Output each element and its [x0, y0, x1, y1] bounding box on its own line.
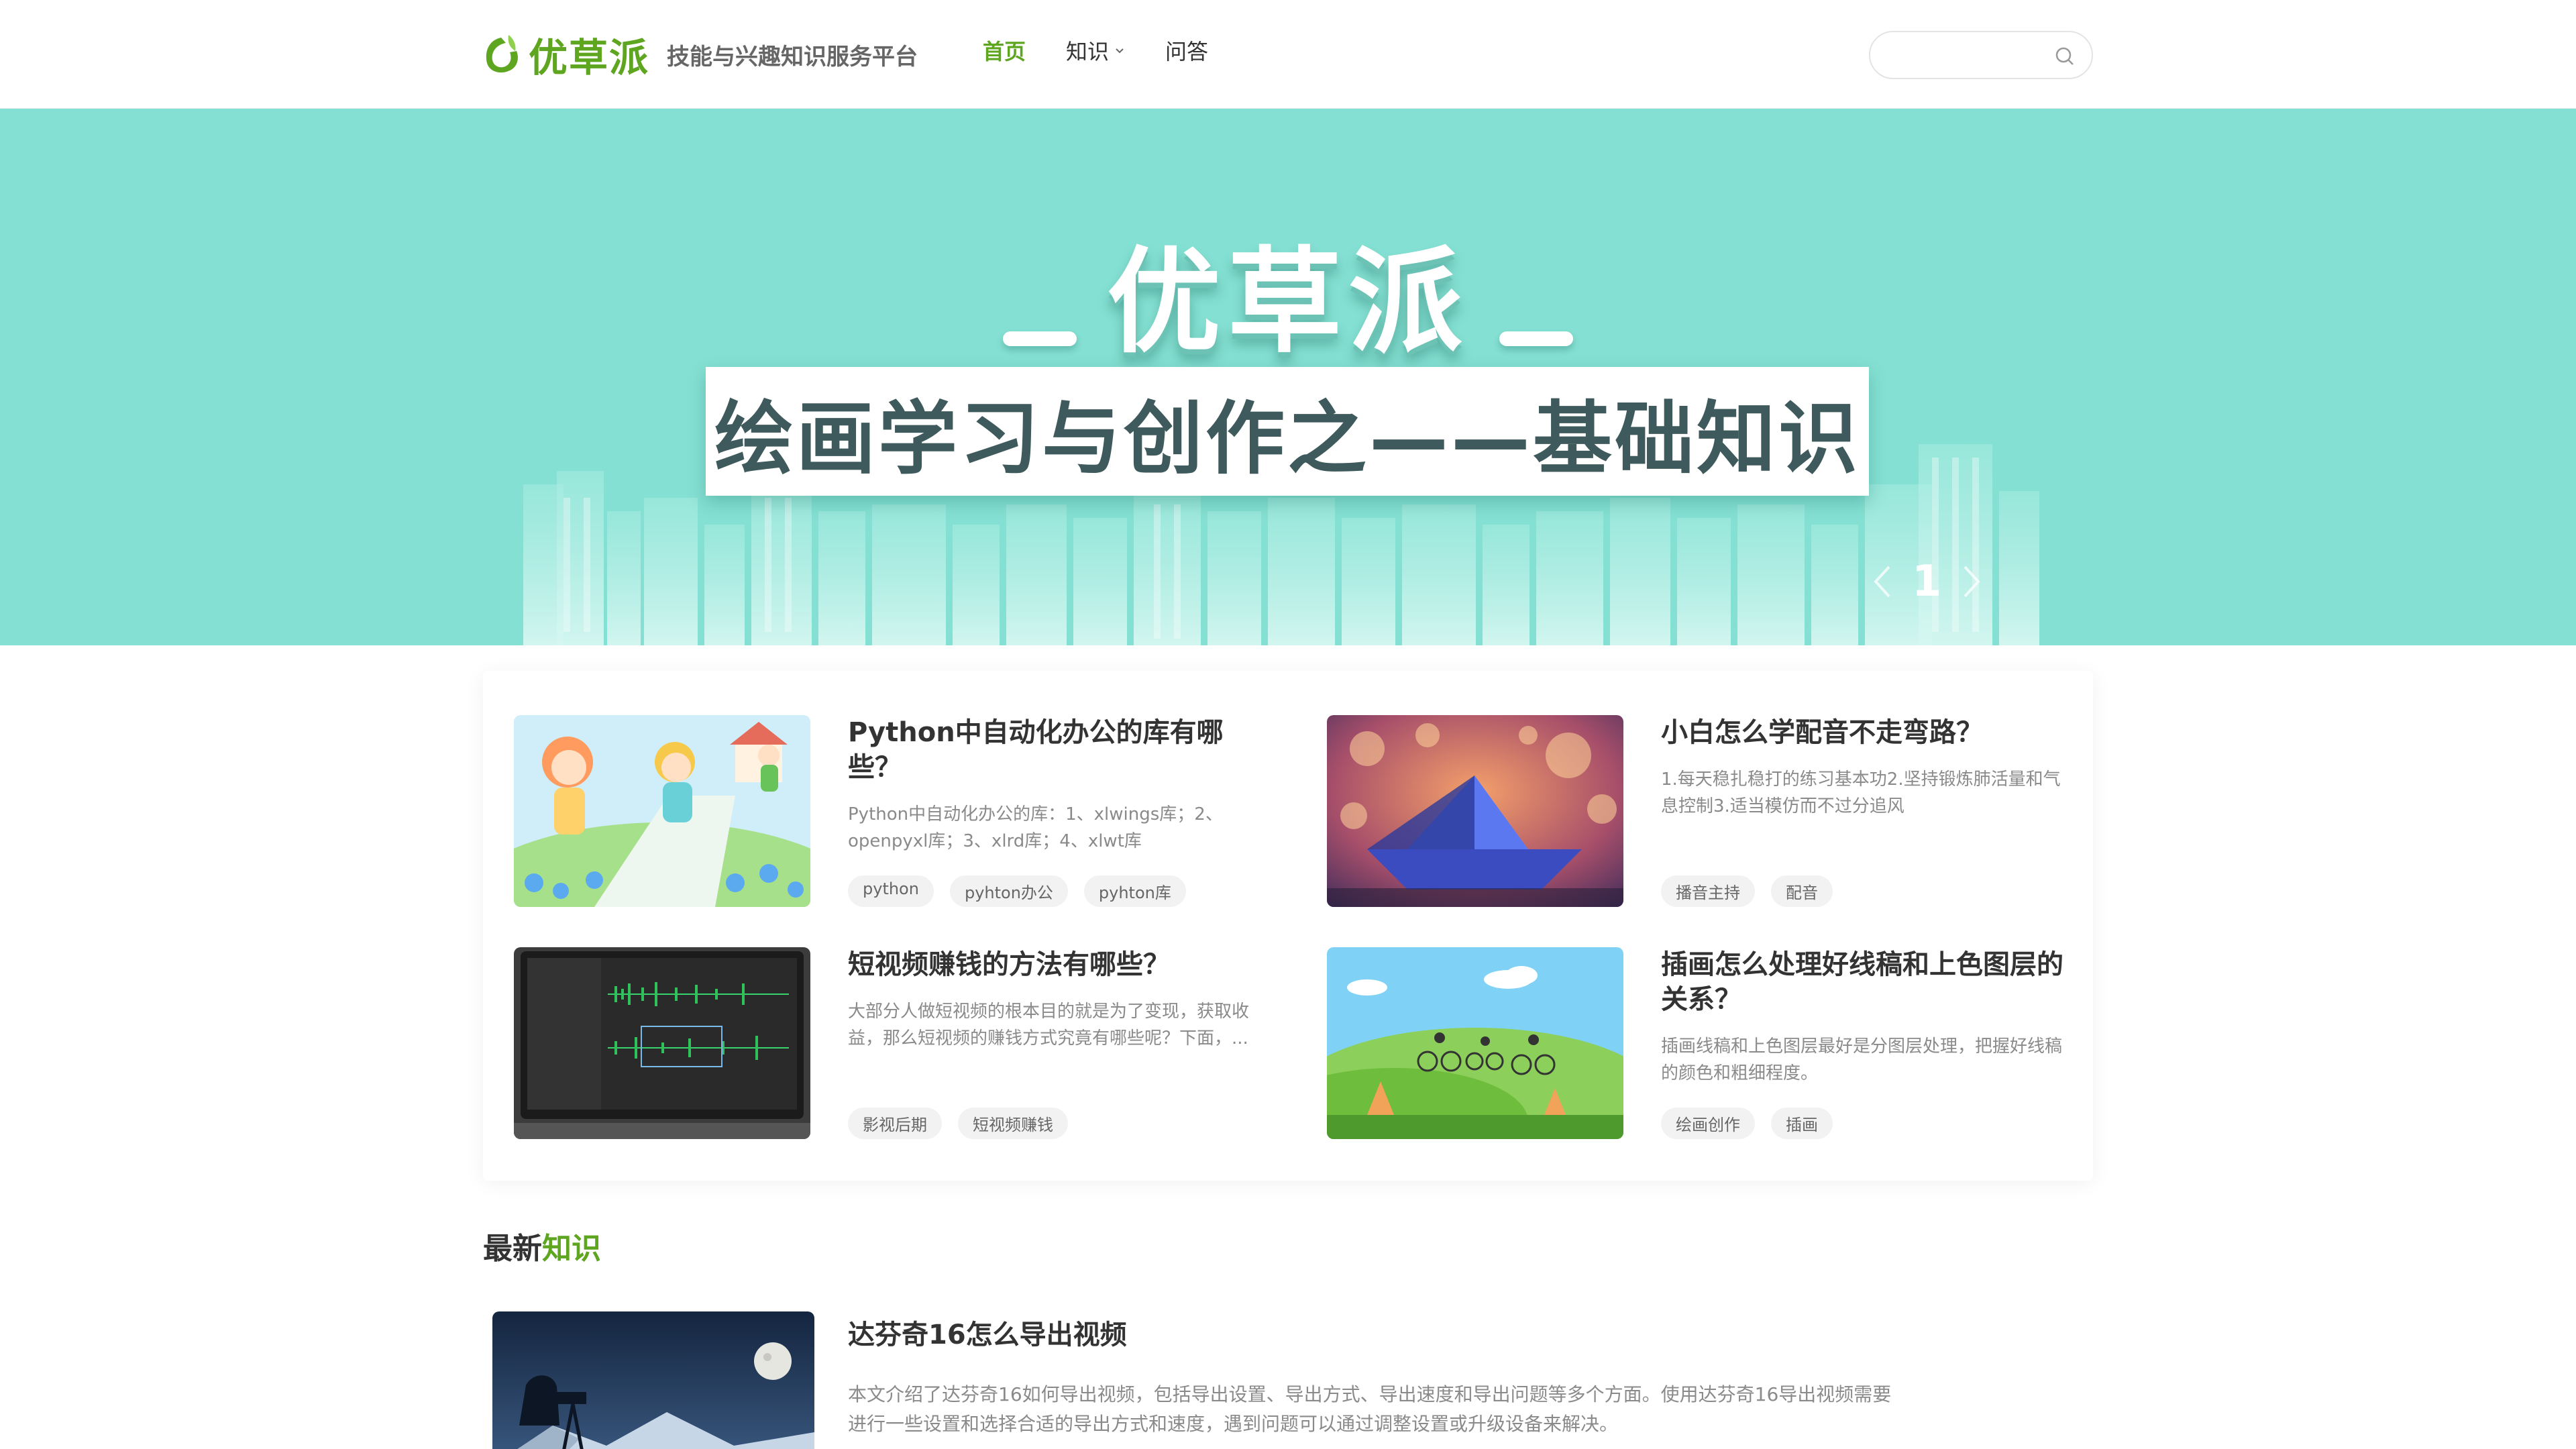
- nav-item-label: 问答: [1165, 39, 1209, 64]
- tag-chip[interactable]: pyhton库: [1083, 875, 1186, 907]
- featured-article[interactable]: Python中自动化办公的库有哪些？ Python中自动化办公的库：1、xlwi…: [514, 715, 1292, 910]
- nav-item-knowledge[interactable]: 知识: [1066, 35, 1125, 66]
- article-title[interactable]: 插画怎么处理好线稿和上色图层的关系？: [1661, 947, 2070, 1017]
- article-tags: 绘画创作 插画: [1661, 1108, 1833, 1139]
- section-title-accent: 知识: [542, 1232, 601, 1266]
- section-title-prefix: 最新: [483, 1232, 542, 1266]
- tag-chip[interactable]: 配音: [1771, 875, 1833, 907]
- article-thumbnail[interactable]: [1327, 947, 1623, 1139]
- search-box: [1869, 31, 2093, 79]
- banner-decor-line: [1499, 331, 1574, 346]
- article-thumbnail[interactable]: [1327, 715, 1623, 907]
- tag-chip[interactable]: 插画: [1771, 1108, 1833, 1139]
- search-icon[interactable]: [2054, 46, 2076, 67]
- site-header: 优草派 技能与兴趣知识服务平台 首页 知识 问答: [0, 0, 2576, 109]
- article-tags: 影视后期 短视频赚钱: [848, 1108, 1068, 1139]
- latest-article[interactable]: 达芬奇16怎么导出视频 本文介绍了达芬奇16如何导出视频，包括导出设置、导出方式…: [492, 1311, 2093, 1449]
- chevron-right-icon[interactable]: [1958, 561, 1985, 602]
- article-desc: 大部分人做短视频的根本目的就是为了变现，获取收益，那么短视频的赚钱方式究竟有哪些…: [848, 1002, 1250, 1049]
- nav-item-qa[interactable]: 问答: [1165, 35, 1208, 66]
- featured-article[interactable]: 小白怎么学配音不走弯路？ 1.每天稳扎稳打的练习基本功2.坚持锻炼肺活量和气息控…: [1327, 715, 2105, 910]
- article-title[interactable]: 小白怎么学配音不走弯路？: [1661, 715, 2070, 750]
- chevron-down-icon: [1116, 48, 1124, 54]
- tag-chip[interactable]: 播音主持: [1661, 875, 1755, 907]
- featured-article[interactable]: 插画怎么处理好线稿和上色图层的关系？ 插画线稿和上色图层最好是分图层处理，把握好…: [1327, 947, 2105, 1142]
- tag-chip[interactable]: pyhton办公: [949, 875, 1068, 907]
- leaf-logo-icon: [486, 35, 518, 73]
- logo-slogan: 技能与兴趣知识服务平台: [667, 43, 918, 70]
- article-thumbnail[interactable]: [514, 947, 810, 1139]
- article-desc: 插画线稿和上色图层最好是分图层处理，把握好线稿的颜色和粗细程度。: [1661, 1036, 2063, 1083]
- article-thumbnail[interactable]: [492, 1311, 814, 1449]
- hero-banner[interactable]: 优草派 绘画学习与创作之——基础知识 1: [0, 109, 2576, 645]
- banner-brand-text: 优草派: [1106, 236, 1469, 369]
- main-nav: 首页 知识 问答: [983, 35, 1208, 66]
- tag-chip[interactable]: python: [848, 875, 934, 907]
- article-body: 小白怎么学配音不走弯路？ 1.每天稳扎稳打的练习基本功2.坚持锻炼肺活量和气息控…: [1661, 715, 2070, 907]
- nav-item-home[interactable]: 首页: [983, 35, 1026, 66]
- article-body: 短视频赚钱的方法有哪些？ 大部分人做短视频的根本目的就是为了变现，获取收益，那么…: [848, 947, 1257, 1139]
- banner-headline-box: 绘画学习与创作之——基础知识: [706, 367, 1869, 496]
- tag-chip[interactable]: 短视频赚钱: [958, 1108, 1068, 1139]
- nav-item-label: 首页: [983, 39, 1026, 64]
- banner-headline: 绘画学习与创作之——基础知识: [714, 392, 1860, 485]
- article-body: 插画怎么处理好线稿和上色图层的关系？ 插画线稿和上色图层最好是分图层处理，把握好…: [1661, 947, 2070, 1139]
- carousel-pager: 1: [1869, 557, 1985, 606]
- featured-articles: Python中自动化办公的库有哪些？ Python中自动化办公的库：1、xlwi…: [483, 671, 2093, 1181]
- article-title[interactable]: Python中自动化办公的库有哪些？: [848, 715, 1257, 785]
- nav-item-label: 知识: [1066, 39, 1110, 64]
- tag-chip[interactable]: 影视后期: [848, 1108, 942, 1139]
- article-tags: 播音主持 配音: [1661, 875, 1833, 907]
- article-title[interactable]: 达芬奇16怎么导出视频: [848, 1313, 1127, 1352]
- article-body: Python中自动化办公的库有哪些？ Python中自动化办公的库：1、xlwi…: [848, 715, 1257, 907]
- site-logo[interactable]: 优草派 技能与兴趣知识服务平台: [482, 25, 918, 83]
- article-tags: python pyhton办公 pyhton库: [848, 875, 1186, 907]
- section-title-latest: 最新知识: [483, 1224, 601, 1267]
- logo-name: 优草派: [529, 35, 650, 80]
- banner-brand: 优草派: [0, 209, 2576, 374]
- chevron-left-icon[interactable]: [1869, 561, 1896, 602]
- article-desc: Python中自动化办公的库：1、xlwings库；2、openpyxl库；3、…: [848, 804, 1223, 851]
- article-desc: 1.每天稳扎稳打的练习基本功2.坚持锻炼肺活量和气息控制3.适当模仿而不过分追风: [1661, 769, 2061, 816]
- featured-article[interactable]: 短视频赚钱的方法有哪些？ 大部分人做短视频的根本目的就是为了变现，获取收益，那么…: [514, 947, 1292, 1142]
- banner-decor-line: [1002, 331, 1077, 346]
- article-desc: 本文介绍了达芬奇16如何导出视频，包括导出设置、导出方式、导出速度和导出问题等多…: [848, 1383, 1892, 1435]
- search-input[interactable]: [1886, 32, 2061, 78]
- tag-chip[interactable]: 绘画创作: [1661, 1108, 1755, 1139]
- carousel-current-slide: 1: [1912, 557, 1942, 606]
- article-title[interactable]: 短视频赚钱的方法有哪些？: [848, 947, 1257, 982]
- article-thumbnail[interactable]: [514, 715, 810, 907]
